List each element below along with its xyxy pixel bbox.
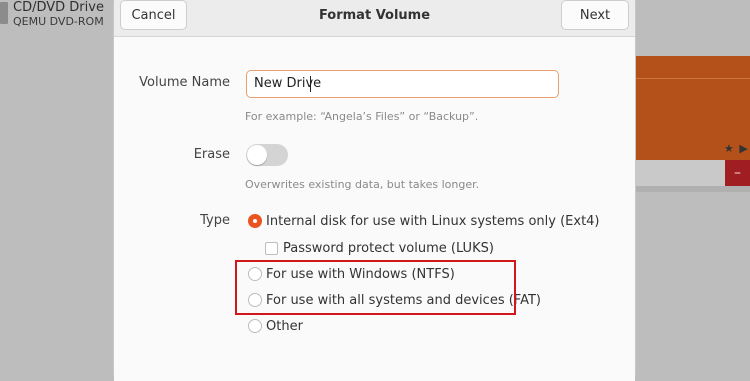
partition-toolbar [634, 160, 725, 186]
type-option-other[interactable]: Other [248, 317, 303, 335]
erase-toggle[interactable] [246, 144, 288, 166]
toggle-knob [247, 145, 267, 165]
type-option-label: For use with Windows (NTFS) [266, 266, 455, 282]
luks-checkbox-row[interactable]: Password protect volume (LUKS) [265, 239, 494, 257]
type-label: Type [200, 213, 230, 228]
radio-unselected-icon[interactable] [248, 293, 262, 307]
volume-name-input[interactable]: New Drive [246, 70, 559, 98]
partition-divider [634, 78, 750, 79]
dialog-headerbar: Cancel Format Volume Next [114, 0, 635, 37]
device-title: CD/DVD Drive [13, 0, 104, 15]
type-option-ext4[interactable]: Internal disk for use with Linux systems… [248, 212, 600, 230]
type-option-label: Other [266, 318, 303, 334]
type-option-label: Internal disk for use with Linux systems… [266, 213, 600, 229]
dialog-title: Format Volume [318, 8, 431, 23]
device-subtitle: QEMU DVD-ROM [13, 15, 104, 28]
volume-name-hint: For example: “Angela’s Files” or “Backup… [245, 110, 479, 123]
erase-hint: Overwrites existing data, but takes long… [245, 178, 480, 191]
volume-name-label: Volume Name [139, 75, 230, 90]
type-option-label: For use with all systems and devices (FA… [266, 292, 541, 308]
next-button[interactable]: Next [561, 0, 629, 30]
radio-unselected-icon[interactable] [248, 319, 262, 333]
radio-unselected-icon[interactable] [248, 267, 262, 281]
type-option-fat[interactable]: For use with all systems and devices (FA… [248, 291, 541, 309]
dialog-content: Volume Name New Drive For example: “Ange… [114, 37, 635, 381]
erase-label: Erase [193, 147, 230, 162]
toolbar-shadow [634, 186, 750, 192]
play-icon: ★ ▶ [724, 142, 749, 155]
format-volume-dialog: Cancel Format Volume Next Volume Name Ne… [114, 0, 635, 381]
radio-selected-icon[interactable] [248, 214, 262, 228]
delete-partition-button: – [725, 160, 750, 186]
text-caret [310, 76, 311, 92]
luks-label: Password protect volume (LUKS) [283, 240, 494, 256]
type-option-ntfs[interactable]: For use with Windows (NTFS) [248, 265, 455, 283]
drive-icon [0, 2, 8, 24]
luks-checkbox[interactable] [265, 241, 278, 255]
